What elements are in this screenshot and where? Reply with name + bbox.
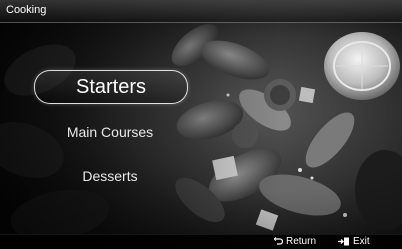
menu-item-starters[interactable]: Starters (34, 70, 188, 104)
cooking-screen: Cooking Starters Main Courses Desserts R… (0, 0, 402, 249)
return-label: Return (286, 236, 317, 247)
menu-item-desserts[interactable]: Desserts (34, 160, 186, 192)
return-arrow-icon (274, 237, 283, 246)
window-title: Cooking (6, 4, 47, 16)
title-bar: Cooking (0, 0, 402, 23)
exit-button[interactable]: Exit (338, 236, 370, 247)
menu-item-main-courses[interactable]: Main Courses (34, 116, 186, 148)
return-button[interactable]: Return (274, 236, 316, 247)
exit-label: Exit (353, 236, 370, 247)
bottom-hint-bar: Return Exit (0, 234, 402, 249)
exit-door-icon (338, 237, 350, 246)
category-menu: Starters Main Courses Desserts (34, 70, 188, 204)
